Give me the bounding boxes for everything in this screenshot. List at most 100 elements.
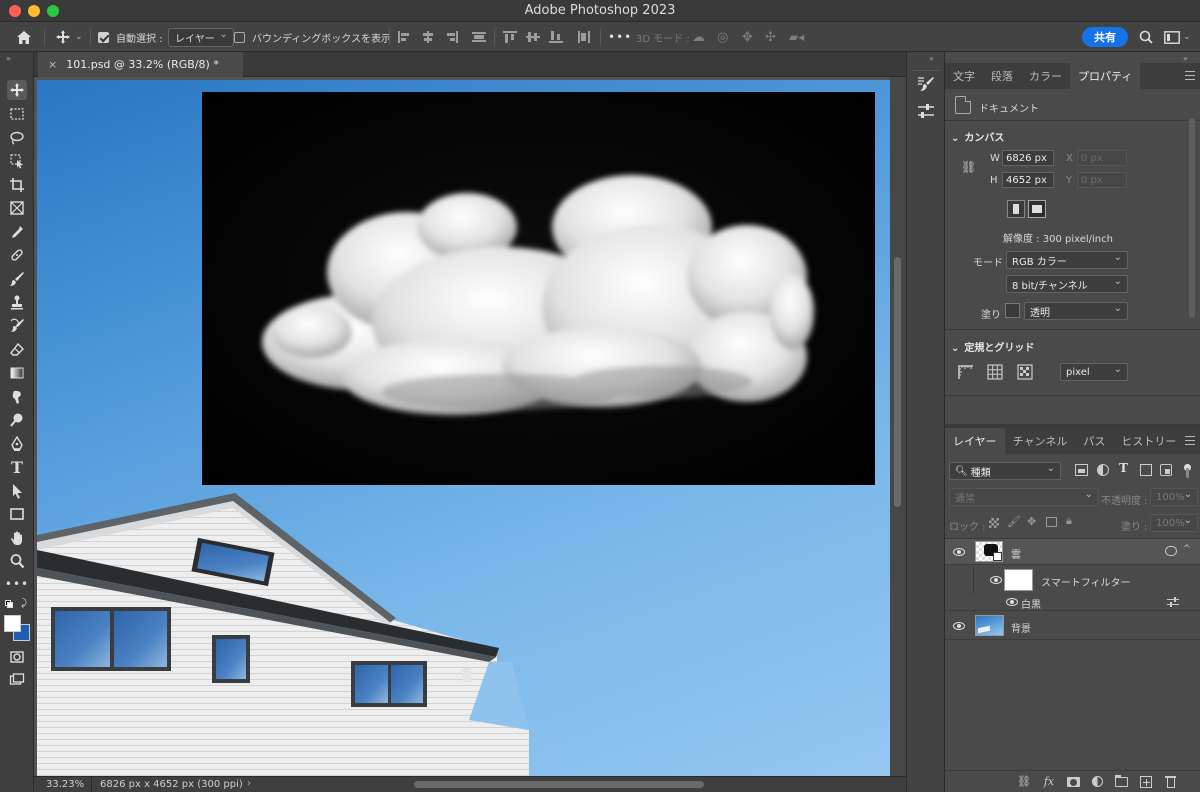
filter-effects-icon[interactable] (1165, 546, 1177, 556)
new-layer-icon[interactable] (1140, 776, 1152, 788)
y-field[interactable]: 0 px (1077, 172, 1127, 188)
distribute-vertical-button[interactable] (577, 22, 591, 52)
scroll-thumb[interactable] (894, 257, 901, 507)
move-tool-preset-button[interactable]: ⌄ (55, 22, 83, 52)
zoom-level[interactable]: 33.23% (46, 779, 84, 790)
blend-mode-dropdown[interactable]: 通常 (949, 488, 1099, 506)
3d-orbit-button[interactable]: ☁ (692, 22, 705, 52)
path-select-tool[interactable] (7, 481, 27, 501)
canvas-area[interactable] (34, 77, 906, 776)
panel-menu-icon[interactable] (1185, 436, 1195, 445)
quick-mask-button[interactable] (7, 647, 27, 667)
history-brush-tool[interactable] (7, 316, 27, 336)
align-hcenter-button[interactable] (421, 22, 435, 52)
portrait-orientation-button[interactable] (1007, 200, 1025, 218)
eyedropper-tool[interactable] (7, 222, 27, 242)
clone-stamp-tool[interactable] (7, 292, 27, 312)
document-tab[interactable]: × 101.psd @ 33.2% (RGB/8) * (38, 52, 243, 77)
align-right-button[interactable] (444, 22, 458, 52)
adjustments-button[interactable] (915, 100, 937, 122)
object-select-tool[interactable] (7, 151, 27, 171)
layer-row-smart-filter[interactable]: スマートフィルター (945, 566, 1200, 614)
screen-mode-button[interactable] (7, 670, 27, 690)
hand-tool[interactable] (7, 528, 27, 548)
rectangle-tool[interactable] (7, 504, 27, 524)
ruler-toggle-button[interactable] (957, 364, 975, 380)
bounding-box-checkbox[interactable]: バウンディングボックスを表示 (234, 22, 391, 52)
auto-select-target-dropdown[interactable]: レイヤー (168, 27, 234, 47)
align-vcenter-button[interactable] (526, 22, 540, 52)
tab-layers[interactable]: レイヤー (945, 428, 1005, 454)
filter-pixel-button[interactable] (1075, 464, 1088, 476)
auto-select-checkbox[interactable]: 自動選択 : (98, 22, 163, 52)
gradient-tool[interactable] (7, 363, 27, 383)
align-bottom-button[interactable] (549, 22, 563, 52)
delete-layer-icon[interactable] (1165, 775, 1176, 788)
x-field[interactable]: 0 px (1077, 150, 1127, 166)
rulers-grid-section-header[interactable]: ⌄ 定規とグリッド (951, 339, 1034, 354)
grid-toggle-button[interactable] (987, 364, 1003, 380)
horizontal-scrollbar[interactable] (414, 781, 704, 788)
more-options-button[interactable]: ••• (608, 22, 632, 52)
home-button[interactable] (16, 22, 32, 52)
3d-drag-button[interactable]: ✥ (742, 22, 753, 52)
workspace-button[interactable]: ⌄ (1164, 22, 1191, 52)
ruler-units-dropdown[interactable]: pixel (1060, 363, 1128, 381)
visibility-eye-icon[interactable] (953, 548, 965, 556)
chevron-up-icon[interactable]: ^ (1183, 544, 1191, 554)
lock-position-icon[interactable]: ✥ (1027, 515, 1036, 528)
fill-opacity-field[interactable]: 100% (1150, 514, 1198, 532)
new-group-icon[interactable] (1115, 775, 1128, 787)
layer-row-black-white[interactable]: 白黒 (945, 594, 1200, 611)
distribute-button[interactable] (472, 22, 486, 52)
layer-row-background[interactable]: 背景 (945, 612, 1200, 640)
canvas-section-header[interactable]: ⌄ カンバス (951, 129, 1004, 144)
tab-history[interactable]: ヒストリー (1113, 428, 1184, 454)
panel-menu-icon[interactable] (1185, 71, 1195, 80)
healing-brush-tool[interactable] (7, 245, 27, 265)
tab-properties[interactable]: プロパティ (1070, 63, 1141, 89)
lock-transparent-icon[interactable] (989, 518, 999, 528)
move-tool[interactable] (7, 80, 27, 100)
adjustment-layer-icon[interactable] (1092, 776, 1103, 787)
collapse-icon[interactable]: » (6, 54, 11, 63)
filter-adjustment-button[interactable] (1097, 464, 1109, 476)
filter-type-button[interactable]: T (1119, 461, 1128, 475)
fill-swatch[interactable] (1005, 303, 1020, 318)
crop-tool[interactable] (7, 175, 27, 195)
add-mask-icon[interactable] (1067, 777, 1080, 787)
visibility-eye-icon[interactable] (953, 622, 965, 630)
type-tool[interactable]: T (7, 457, 27, 477)
color-mode-dropdown[interactable]: RGB カラー (1006, 251, 1128, 269)
tab-color[interactable]: カラー (1021, 63, 1070, 89)
close-tab-icon[interactable]: × (48, 58, 57, 71)
lock-all-icon[interactable]: 🔒︎ (1066, 514, 1072, 528)
tab-paragraph[interactable]: 段落 (983, 63, 1021, 89)
frame-tool[interactable] (7, 198, 27, 218)
layer-filter-dropdown[interactable]: 🔍︎ 種類 (949, 462, 1061, 480)
align-left-button[interactable] (398, 22, 412, 52)
brush-tool[interactable] (7, 269, 27, 289)
swap-colors-area[interactable]: ⤸ (4, 598, 30, 610)
guides-toggle-button[interactable] (1017, 364, 1033, 380)
pen-tool[interactable] (7, 434, 27, 454)
link-proportions-icon[interactable]: ⛓ (961, 160, 976, 174)
blur-tool[interactable] (7, 387, 27, 407)
filter-toggle[interactable] (1182, 462, 1192, 478)
lock-pixels-icon[interactable]: 🖌︎ (1007, 515, 1021, 528)
layer-row-cloud[interactable]: 雲 ^ (945, 539, 1200, 565)
bit-depth-dropdown[interactable]: 8 bit/チャンネル (1006, 275, 1128, 293)
lock-artboard-icon[interactable] (1046, 517, 1057, 527)
tab-paths[interactable]: パス (1075, 428, 1113, 454)
properties-scrollbar[interactable] (1189, 118, 1195, 318)
3d-camera-button[interactable]: ▰◂ (789, 22, 804, 52)
tab-character[interactable]: 文字 (945, 63, 983, 89)
visibility-eye-icon[interactable] (1006, 598, 1018, 606)
filter-shape-button[interactable] (1140, 464, 1152, 476)
vertical-scrollbar[interactable] (890, 77, 906, 776)
share-button[interactable]: 共有 (1082, 27, 1128, 47)
height-field[interactable]: 4652 px (1002, 172, 1054, 188)
collapse-panel-icon[interactable]: » (1183, 54, 1188, 63)
swap-icon[interactable]: ⤸ (21, 598, 27, 609)
brush-settings-button[interactable] (915, 74, 937, 96)
